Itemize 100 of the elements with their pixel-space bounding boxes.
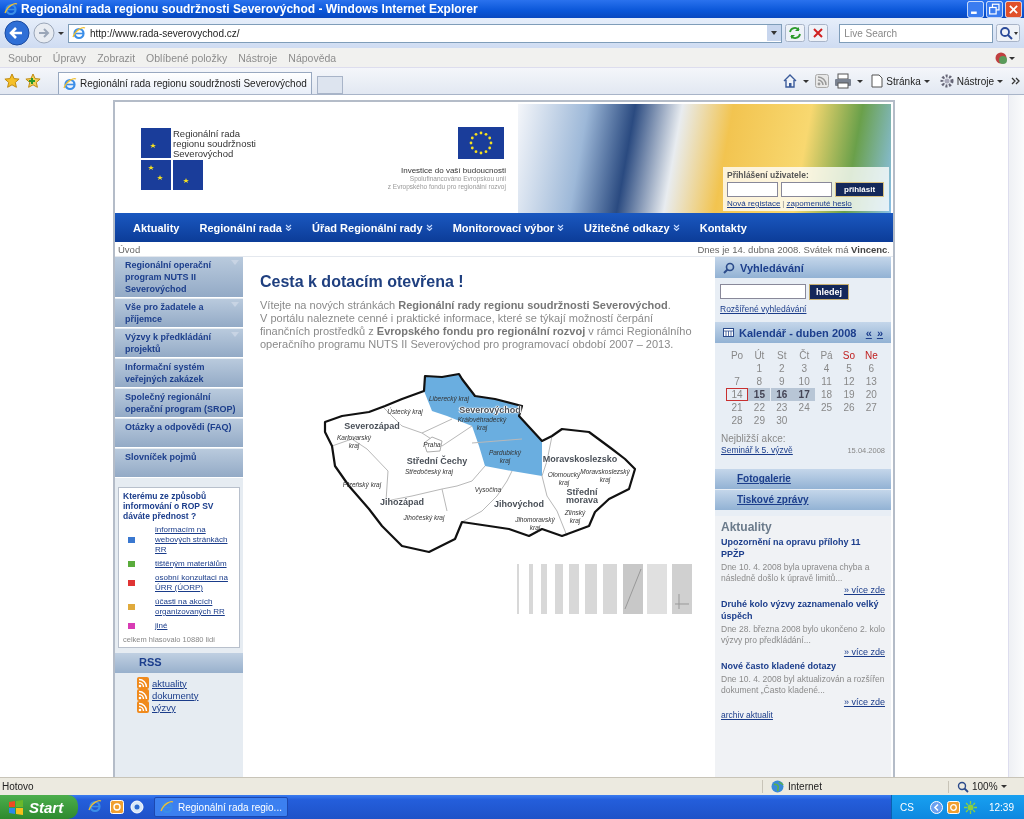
archive-link[interactable]: archiv aktualit: [721, 710, 885, 720]
tools-menu-button[interactable]: Nástroje: [937, 74, 1006, 88]
password-field[interactable]: [781, 182, 832, 197]
minimize-button[interactable]: [967, 0, 984, 18]
calendar-day[interactable]: 11: [815, 375, 838, 388]
search-button[interactable]: [996, 24, 1020, 42]
language-indicator[interactable]: CS: [900, 801, 914, 813]
scrollbar[interactable]: [1008, 95, 1024, 777]
register-link[interactable]: Nová registace: [727, 199, 781, 208]
browser-tab[interactable]: Regionální rada regionu soudržnosti Severovýchod: [58, 72, 312, 94]
calendar-day[interactable]: 27: [860, 401, 883, 414]
calendar-day[interactable]: 3: [793, 362, 816, 375]
menu-item[interactable]: Soubor: [8, 51, 42, 64]
menu-item[interactable]: Nástroje: [238, 51, 278, 64]
caret-icon[interactable]: [767, 25, 782, 41]
calendar-day[interactable]: 12: [837, 375, 860, 388]
sidebar-item[interactable]: Otázky a odpovědi (FAQ): [115, 419, 243, 448]
calendar-day[interactable]: 8: [748, 375, 771, 388]
calendar-day[interactable]: 30: [770, 414, 793, 427]
rss-link[interactable]: aktuality: [152, 677, 187, 689]
calendar-day[interactable]: 9: [770, 375, 793, 388]
nav-link[interactable]: Úřad Regionální rady: [312, 221, 433, 234]
calendar-day[interactable]: 18: [815, 388, 838, 401]
print-icon[interactable]: [834, 73, 853, 89]
maximize-button[interactable]: [986, 0, 1003, 18]
section-link[interactable]: Tiskové zprávy: [715, 490, 891, 510]
page-menu-button[interactable]: Stránka: [869, 74, 933, 88]
news-title[interactable]: Upozornění na opravu přílohy 11 PPŽP: [721, 536, 885, 560]
back-button[interactable]: [4, 20, 30, 46]
calendar-day[interactable]: 25: [815, 401, 838, 414]
calendar-day[interactable]: 15: [748, 388, 771, 401]
calendar-day[interactable]: 26: [837, 401, 860, 414]
browser-logo-icon[interactable]: [88, 799, 104, 815]
media-icon[interactable]: [130, 800, 144, 814]
news-title[interactable]: Nové často kladené dotazy: [721, 660, 885, 672]
forgot-password-link[interactable]: zapomenuté heslo: [786, 199, 852, 208]
calendar-day[interactable]: 2: [770, 362, 793, 375]
section-link[interactable]: Fotogalerie: [715, 469, 891, 489]
sidebar-item[interactable]: Společný regionální operační program (SROP): [115, 389, 243, 418]
calendar-day[interactable]: 10: [793, 375, 816, 388]
poll-option-link[interactable]: účasti na akcích organizovaných RR: [155, 597, 235, 617]
advanced-search-link[interactable]: Rozšířené vyhledávání: [720, 304, 886, 314]
login-button[interactable]: přihlásit: [835, 182, 885, 197]
rss-link[interactable]: výzvy: [152, 701, 176, 713]
calendar-day[interactable]: 4: [815, 362, 838, 375]
nav-link[interactable]: Regionální rada: [199, 221, 292, 234]
sidebar-item[interactable]: Slovníček pojmů: [115, 449, 243, 478]
calendar-day[interactable]: 20: [860, 388, 883, 401]
caret-icon[interactable]: [803, 78, 811, 84]
rss-link[interactable]: dokumenty: [152, 689, 199, 701]
calendar-day[interactable]: 21: [726, 401, 748, 414]
calendar-day[interactable]: 1: [748, 362, 771, 375]
menu-item[interactable]: Úpravy: [52, 51, 87, 64]
add-favorite-icon[interactable]: [25, 73, 41, 89]
previous-month-link[interactable]: «: [865, 326, 872, 339]
breadcrumb-link[interactable]: Úvod: [118, 243, 141, 255]
close-button[interactable]: [1005, 0, 1022, 18]
calendar-day[interactable]: 28: [726, 414, 748, 427]
calendar-day[interactable]: 22: [748, 401, 771, 414]
calendar-day[interactable]: 23: [770, 401, 793, 414]
calendar-day[interactable]: 24: [793, 401, 816, 414]
stop-button[interactable]: [808, 24, 829, 42]
zoom-button[interactable]: 100%: [948, 780, 1018, 793]
menu-item[interactable]: Zobrazit: [97, 51, 136, 64]
calendar-day[interactable]: 19: [837, 388, 860, 401]
news-title[interactable]: Druhé kolo výzvy zaznamenalo velký úspěch: [721, 598, 885, 622]
globe-icon[interactable]: [994, 50, 1016, 65]
more-link[interactable]: » více zde: [843, 647, 885, 657]
poll-option-link[interactable]: jiné: [155, 621, 168, 631]
calendar-day[interactable]: 5: [837, 362, 860, 375]
caret-icon[interactable]: [857, 78, 865, 84]
calendar-day[interactable]: 13: [860, 375, 883, 388]
mail-icon[interactable]: [946, 800, 960, 814]
nav-link[interactable]: Aktuality: [133, 221, 180, 234]
menu-item[interactable]: Nápověda: [288, 51, 337, 64]
calendar-day[interactable]: 16: [770, 388, 793, 401]
taskbar-button[interactable]: Regionální rada regio...: [154, 797, 288, 817]
chevron-icon[interactable]: [1011, 77, 1020, 85]
poll-option-link[interactable]: informacím na webových stránkách RR: [155, 525, 235, 555]
search-button[interactable]: hledej: [809, 284, 849, 300]
next-month-link[interactable]: »: [876, 326, 883, 339]
sidebar-item[interactable]: Regionální operační program NUTS II Severovýchod: [115, 257, 243, 298]
search-field[interactable]: Live Search: [839, 23, 993, 43]
event-link[interactable]: Seminář k 5. výzvě: [721, 445, 793, 455]
menu-item[interactable]: Oblíbené položky: [146, 51, 228, 64]
nav-link[interactable]: Monitorovací výbor: [452, 221, 565, 234]
mail-icon[interactable]: [110, 800, 124, 814]
calendar-day[interactable]: 29: [748, 414, 771, 427]
sidebar-item[interactable]: Výzvy k předkládání projektů: [115, 329, 243, 358]
nav-link[interactable]: Kontakty: [699, 221, 747, 234]
start-button[interactable]: Start: [0, 795, 78, 819]
nav-link[interactable]: Užitečné odkazy: [584, 221, 680, 234]
more-link[interactable]: » více zde: [843, 697, 885, 707]
caret-icon[interactable]: [58, 30, 65, 36]
calendar-day[interactable]: 7: [726, 375, 748, 388]
sidebar-item[interactable]: Informační systém veřejných zakázek: [115, 359, 243, 388]
poll-option-link[interactable]: osobní konzultaci na ÚRR (ÚORP): [155, 573, 235, 593]
address-field[interactable]: http://www.rada-severovychod.cz/: [68, 23, 783, 43]
calendar-day[interactable]: 17: [793, 388, 816, 401]
poll-option-link[interactable]: tištěným materiálům: [155, 559, 227, 569]
